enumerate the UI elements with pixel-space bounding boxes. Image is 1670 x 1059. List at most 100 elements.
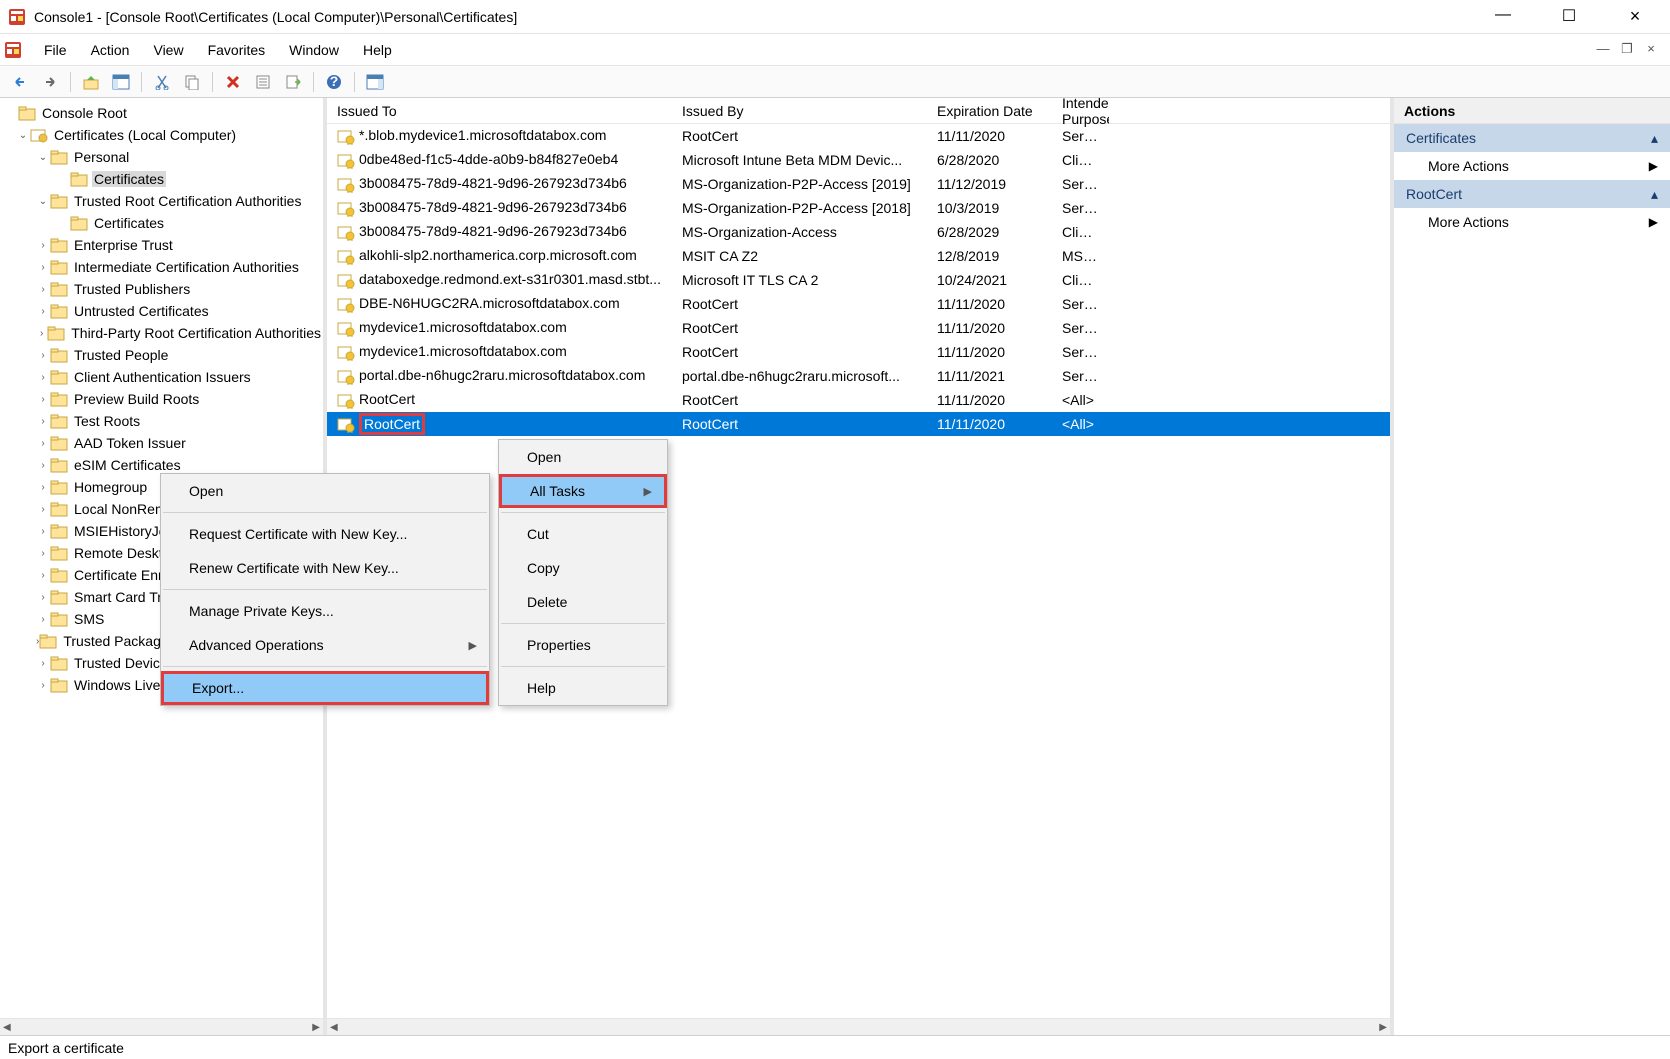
certificate-row[interactable]: databoxedge.redmond.ext-s31r0301.masd.st… bbox=[327, 268, 1390, 292]
menu-separator bbox=[163, 666, 487, 667]
ctx-properties[interactable]: Properties bbox=[499, 628, 667, 662]
certificate-row[interactable]: *.blob.mydevice1.microsoftdatabox.comRoo… bbox=[327, 124, 1390, 148]
ctx2-request-new-key[interactable]: Request Certificate with New Key... bbox=[161, 517, 489, 551]
tree-third-party-root-ca[interactable]: ›Third-Party Root Certification Authorit… bbox=[0, 322, 323, 344]
action-pane-button[interactable] bbox=[363, 70, 387, 94]
tree-personal[interactable]: ⌄Personal bbox=[0, 146, 323, 168]
actions-more-rootcert[interactable]: More Actions▶ bbox=[1394, 208, 1670, 236]
certificate-row[interactable]: mydevice1.microsoftdatabox.comRootCert11… bbox=[327, 316, 1390, 340]
menu-window[interactable]: Window bbox=[277, 38, 351, 62]
tree-trusted-people[interactable]: ›Trusted People bbox=[0, 344, 323, 366]
status-text: Export a certificate bbox=[8, 1040, 124, 1056]
tree-client-auth-issuers[interactable]: ›Client Authentication Issuers bbox=[0, 366, 323, 388]
certificate-row[interactable]: 3b008475-78d9-4821-9d96-267923d734b6MS-O… bbox=[327, 196, 1390, 220]
cell-issued-by: RootCert bbox=[672, 392, 927, 408]
cell-intended: Server Authentication bbox=[1052, 344, 1110, 360]
tree-preview-build-roots[interactable]: ›Preview Build Roots bbox=[0, 388, 323, 410]
certificate-row[interactable]: DBE-N6HUGC2RA.microsoftdatabox.comRootCe… bbox=[327, 292, 1390, 316]
delete-button[interactable] bbox=[221, 70, 245, 94]
tree-certificates-local-computer[interactable]: ⌄Certificates (Local Computer) bbox=[0, 124, 323, 146]
cell-expiration: 11/11/2020 bbox=[927, 296, 1052, 312]
tree-aad-token-issuer[interactable]: ›AAD Token Issuer bbox=[0, 432, 323, 454]
actions-group-rootcert[interactable]: RootCert▴ bbox=[1394, 180, 1670, 208]
toolbar-separator bbox=[313, 72, 314, 92]
actions-more-certificates[interactable]: More Actions▶ bbox=[1394, 152, 1670, 180]
menu-action[interactable]: Action bbox=[79, 38, 142, 62]
ctx2-renew-new-key[interactable]: Renew Certificate with New Key... bbox=[161, 551, 489, 585]
show-hide-tree-button[interactable] bbox=[109, 70, 133, 94]
ctx2-manage-private-keys[interactable]: Manage Private Keys... bbox=[161, 594, 489, 628]
certificate-row[interactable]: mydevice1.microsoftdatabox.comRootCert11… bbox=[327, 340, 1390, 364]
certificate-row[interactable]: portal.dbe-n6hugc2raru.microsoftdatabox.… bbox=[327, 364, 1390, 388]
cell-issued-by: MS-Organization-Access bbox=[672, 224, 927, 240]
certificate-row[interactable]: 3b008475-78d9-4821-9d96-267923d734b6MS-O… bbox=[327, 172, 1390, 196]
maximize-button[interactable]: ☐ bbox=[1546, 6, 1592, 27]
ctx-open[interactable]: Open bbox=[499, 440, 667, 474]
certificate-row[interactable]: 0dbe48ed-f1c5-4dde-a0b9-b84f827e0eb4Micr… bbox=[327, 148, 1390, 172]
cell-intended: Server Authentication bbox=[1052, 296, 1110, 312]
tree-personal-certificates[interactable]: Certificates bbox=[0, 168, 323, 190]
cell-issued-to: databoxedge.redmond.ext-s31r0301.masd.st… bbox=[327, 271, 672, 288]
ctx2-export[interactable]: Export... bbox=[161, 671, 489, 705]
help-button[interactable]: ? bbox=[322, 70, 346, 94]
cell-issued-by: RootCert bbox=[672, 128, 927, 144]
cell-issued-by: Microsoft Intune Beta MDM Devic... bbox=[672, 152, 927, 168]
certificate-row[interactable]: RootCertRootCert11/11/2020<All> bbox=[327, 388, 1390, 412]
cell-expiration: 6/28/2020 bbox=[927, 152, 1052, 168]
tree-intermediate-ca[interactable]: ›Intermediate Certification Authorities bbox=[0, 256, 323, 278]
mdi-close-icon[interactable]: × bbox=[1642, 41, 1660, 59]
certificate-icon bbox=[337, 393, 355, 409]
certificate-row[interactable]: RootCertRootCert11/11/2020<All> bbox=[327, 412, 1390, 436]
cell-intended: Server Authentication bbox=[1052, 128, 1110, 144]
cell-issued-to: DBE-N6HUGC2RA.microsoftdatabox.com bbox=[327, 295, 672, 312]
cell-intended: Server Authentication bbox=[1052, 368, 1110, 384]
up-button[interactable] bbox=[79, 70, 103, 94]
titlebar: Console1 - [Console Root\Certificates (L… bbox=[0, 0, 1670, 34]
cell-expiration: 11/11/2020 bbox=[927, 128, 1052, 144]
close-button[interactable]: × bbox=[1612, 6, 1658, 27]
ctx-copy[interactable]: Copy bbox=[499, 551, 667, 585]
menu-separator bbox=[163, 589, 487, 590]
ctx2-advanced-operations[interactable]: Advanced Operations▶ bbox=[161, 628, 489, 662]
tree-console-root[interactable]: Console Root bbox=[0, 102, 323, 124]
tree-enterprise-trust[interactable]: ›Enterprise Trust bbox=[0, 234, 323, 256]
column-issued-by[interactable]: Issued By bbox=[672, 103, 927, 119]
mmc-doc-icon bbox=[4, 41, 22, 59]
actions-pane: Actions Certificates▴ More Actions▶ Root… bbox=[1390, 98, 1670, 1035]
column-issued-to[interactable]: Issued To bbox=[327, 103, 672, 119]
menu-view[interactable]: View bbox=[141, 38, 195, 62]
ctx-help[interactable]: Help bbox=[499, 671, 667, 705]
copy-button[interactable] bbox=[180, 70, 204, 94]
ctx-all-tasks[interactable]: All Tasks▶ bbox=[499, 474, 667, 508]
export-list-button[interactable] bbox=[281, 70, 305, 94]
forward-button[interactable] bbox=[38, 70, 62, 94]
tree-trusted-root-ca[interactable]: ⌄Trusted Root Certification Authorities bbox=[0, 190, 323, 212]
minimize-button[interactable]: — bbox=[1480, 6, 1526, 27]
ctx-delete[interactable]: Delete bbox=[499, 585, 667, 619]
cell-issued-to: 0dbe48ed-f1c5-4dde-a0b9-b84f827e0eb4 bbox=[327, 151, 672, 168]
certificate-row[interactable]: 3b008475-78d9-4821-9d96-267923d734b6MS-O… bbox=[327, 220, 1390, 244]
certificate-row[interactable]: alkohli-slp2.northamerica.corp.microsoft… bbox=[327, 244, 1390, 268]
tree-trusted-publishers[interactable]: ›Trusted Publishers bbox=[0, 278, 323, 300]
mdi-minimize-icon[interactable]: — bbox=[1594, 41, 1612, 59]
ctx2-open[interactable]: Open bbox=[161, 474, 489, 508]
back-button[interactable] bbox=[8, 70, 32, 94]
cell-issued-by: MS-Organization-P2P-Access [2018] bbox=[672, 200, 927, 216]
column-intended[interactable]: Intended Purposes bbox=[1052, 98, 1110, 127]
menu-favorites[interactable]: Favorites bbox=[196, 38, 278, 62]
tree-trca-certificates[interactable]: Certificates bbox=[0, 212, 323, 234]
menu-separator bbox=[501, 623, 665, 624]
tree-untrusted-certificates[interactable]: ›Untrusted Certificates bbox=[0, 300, 323, 322]
tree-test-roots[interactable]: ›Test Roots bbox=[0, 410, 323, 432]
menu-file[interactable]: File bbox=[32, 38, 79, 62]
column-expiration[interactable]: Expiration Date bbox=[927, 103, 1052, 119]
cell-expiration: 11/11/2020 bbox=[927, 320, 1052, 336]
actions-group-certificates[interactable]: Certificates▴ bbox=[1394, 124, 1670, 152]
cut-button[interactable] bbox=[150, 70, 174, 94]
menu-help[interactable]: Help bbox=[351, 38, 404, 62]
properties-button[interactable] bbox=[251, 70, 275, 94]
cell-issued-to: alkohli-slp2.northamerica.corp.microsoft… bbox=[327, 247, 672, 264]
mdi-restore-icon[interactable]: ❐ bbox=[1618, 41, 1636, 59]
ctx-cut[interactable]: Cut bbox=[499, 517, 667, 551]
window-title: Console1 - [Console Root\Certificates (L… bbox=[34, 9, 1480, 25]
